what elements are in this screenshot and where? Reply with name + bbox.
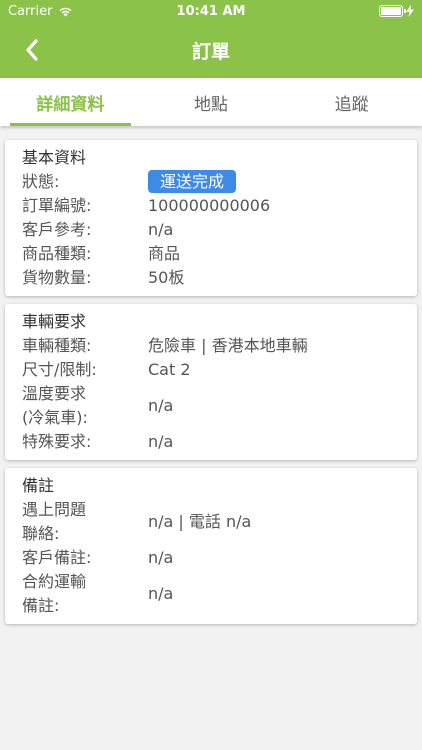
status-badge: 運送完成 <box>148 170 237 193</box>
vehicle-type-label: 車輛種類: <box>22 336 92 355</box>
special-label: 特殊要求: <box>22 432 92 451</box>
status-left: Carrier <box>8 4 73 19</box>
carrier-label: Carrier <box>8 3 53 19</box>
status-value-cell: 運送完成 <box>148 170 417 194</box>
tab-bar: 詳細資料 地點 追蹤 <box>0 78 422 126</box>
size-value: Cat 2 <box>148 360 191 379</box>
size-label: 尺寸/限制: <box>22 360 97 379</box>
battery-icon <box>379 5 406 17</box>
customer-note-label: 客戶備註: <box>22 548 92 567</box>
wifi-icon <box>59 7 72 16</box>
status-bar: Carrier 10:41 AM <box>0 0 422 22</box>
customer-ref-row: 客戶參考: n/a <box>22 218 417 242</box>
tab-tracking[interactable]: 追蹤 <box>281 78 422 126</box>
quantity-label: 貨物數量: <box>22 268 92 287</box>
section-title-vehicle: 車輛要求 <box>22 312 87 331</box>
charging-icon <box>406 5 414 17</box>
temperature-row: 溫度要求 (冷氣車): n/a <box>22 382 417 430</box>
details-content: 基本資料 狀態: 運送完成 訂單編號: 100000000006 客戶參考: n… <box>0 126 422 624</box>
customer-note-value: n/a <box>148 548 174 567</box>
section-title-notes: 備註 <box>22 476 55 495</box>
notes-card: 備註 遇上問題 聯絡: n/a | 電話 n/a 客戶備註: n/a 合約運輸 … <box>5 468 417 624</box>
contact-label-line2: 聯絡: <box>22 524 60 543</box>
contract-note-label: 合約運輸 備註: <box>22 570 148 618</box>
order-no-value: 100000000006 <box>148 196 271 215</box>
temperature-label: 溫度要求 (冷氣車): <box>22 382 148 430</box>
order-no-label: 訂單編號: <box>22 196 92 215</box>
contract-note-value: n/a <box>148 584 174 603</box>
back-chevron-icon <box>26 39 38 61</box>
product-type-value: 商品 <box>148 244 181 263</box>
contract-note-row: 合約運輸 備註: n/a <box>22 570 417 618</box>
back-button[interactable] <box>14 32 50 68</box>
product-type-row: 商品種類: 商品 <box>22 242 417 266</box>
temperature-label-line2: (冷氣車): <box>22 408 88 427</box>
temperature-label-line1: 溫度要求 <box>22 384 87 403</box>
special-value: n/a <box>148 432 174 451</box>
order-no-row: 訂單編號: 100000000006 <box>22 194 417 218</box>
contact-value: n/a | 電話 n/a <box>148 512 252 531</box>
product-type-label: 商品種類: <box>22 244 92 263</box>
size-row: 尺寸/限制: Cat 2 <box>22 358 417 382</box>
quantity-row: 貨物數量: 50板 <box>22 266 417 290</box>
customer-ref-label: 客戶參考: <box>22 220 92 239</box>
page-title: 訂單 <box>191 40 230 63</box>
vehicle-requirements-card: 車輛要求 車輛種類: 危險車 | 香港本地車輛 尺寸/限制: Cat 2 溫度要… <box>5 304 417 460</box>
status-row: 狀態: 運送完成 <box>22 170 417 194</box>
basic-info-card: 基本資料 狀態: 運送完成 訂單編號: 100000000006 客戶參考: n… <box>5 140 417 296</box>
nav-bar: 訂單 <box>0 22 422 78</box>
special-row: 特殊要求: n/a <box>22 430 417 454</box>
contact-row: 遇上問題 聯絡: n/a | 電話 n/a <box>22 498 417 546</box>
vehicle-type-row: 車輛種類: 危險車 | 香港本地車輛 <box>22 334 417 358</box>
tab-location[interactable]: 地點 <box>141 78 282 126</box>
contact-label: 遇上問題 聯絡: <box>22 498 148 546</box>
contact-label-line1: 遇上問題 <box>22 500 87 519</box>
contract-note-label-line2: 備註: <box>22 596 60 615</box>
status-right <box>379 5 414 17</box>
customer-ref-value: n/a <box>148 220 174 239</box>
temperature-value: n/a <box>148 396 174 415</box>
customer-note-row: 客戶備註: n/a <box>22 546 417 570</box>
vehicle-type-value: 危險車 | 香港本地車輛 <box>148 336 308 355</box>
section-title-basic: 基本資料 <box>22 148 87 167</box>
status-label: 狀態: <box>22 172 60 191</box>
quantity-value: 50板 <box>148 268 185 287</box>
tab-details[interactable]: 詳細資料 <box>0 78 141 126</box>
contract-note-label-line1: 合約運輸 <box>22 572 87 591</box>
